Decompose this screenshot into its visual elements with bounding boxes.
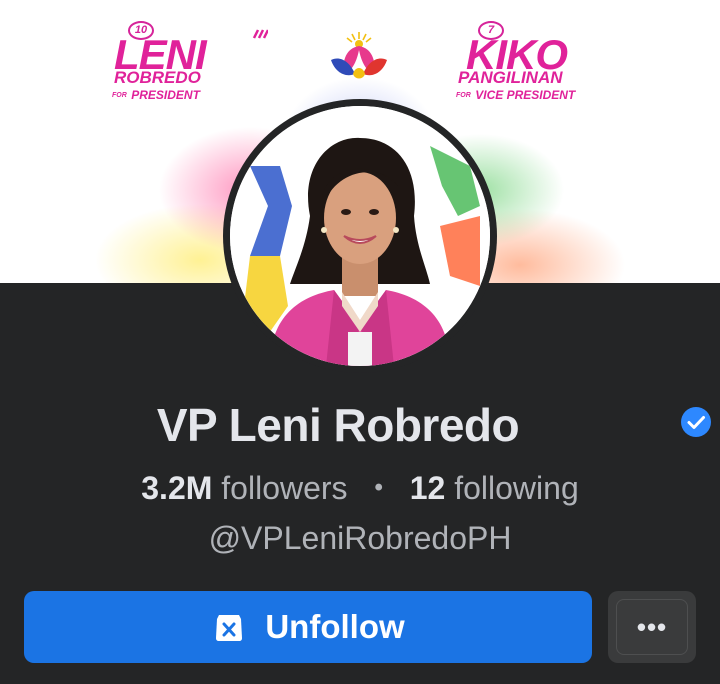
logo-for-line: FOR VICE PRESIDENT	[456, 86, 575, 104]
follow-stats: 3.2M followers • 12 following	[0, 470, 720, 507]
logo-surname: ROBREDO	[114, 68, 201, 87]
followers-link[interactable]: 3.2M followers	[141, 470, 347, 506]
unfollow-icon	[216, 615, 243, 641]
verified-badge-icon	[681, 407, 711, 437]
logo-for-label: FOR	[112, 92, 127, 99]
logo-position: VICE PRESIDENT	[475, 88, 576, 102]
profile-picture-frame[interactable]	[223, 99, 497, 373]
logo-surname: PANGILINAN	[458, 68, 563, 87]
more-options-button[interactable]: •••	[608, 591, 696, 663]
leni-robredo-logo: 10 LENI ROBREDO FOR PRESIDENT	[112, 21, 272, 101]
unfollow-label: Unfollow	[265, 608, 405, 645]
logo-accent-marks-icon	[252, 29, 268, 39]
following-link[interactable]: 12 following	[410, 470, 579, 506]
followers-count: 3.2M	[141, 470, 213, 506]
unfollow-button[interactable]: Unfollow	[24, 591, 592, 663]
following-label: following	[454, 470, 579, 506]
philippine-flag-emblem-icon	[331, 32, 387, 79]
profile-picture[interactable]	[230, 106, 490, 366]
profile-handle: @VPLeniRobredoPH	[208, 520, 512, 556]
kiko-pangilinan-logo: 7 KIKO PANGILINAN FOR VICE PRESIDENT	[456, 21, 616, 101]
logo-for-label: FOR	[456, 92, 471, 99]
profile-name: VP Leni Robredo	[156, 399, 520, 451]
logo-for-line: FOR PRESIDENT	[112, 86, 200, 104]
logo-position: PRESIDENT	[131, 88, 200, 102]
followers-label: followers	[221, 470, 348, 506]
profile-photo-illustration	[230, 106, 490, 366]
following-count: 12	[409, 470, 446, 506]
more-dots-icon: •••	[616, 599, 688, 655]
stats-separator: •	[374, 474, 383, 501]
